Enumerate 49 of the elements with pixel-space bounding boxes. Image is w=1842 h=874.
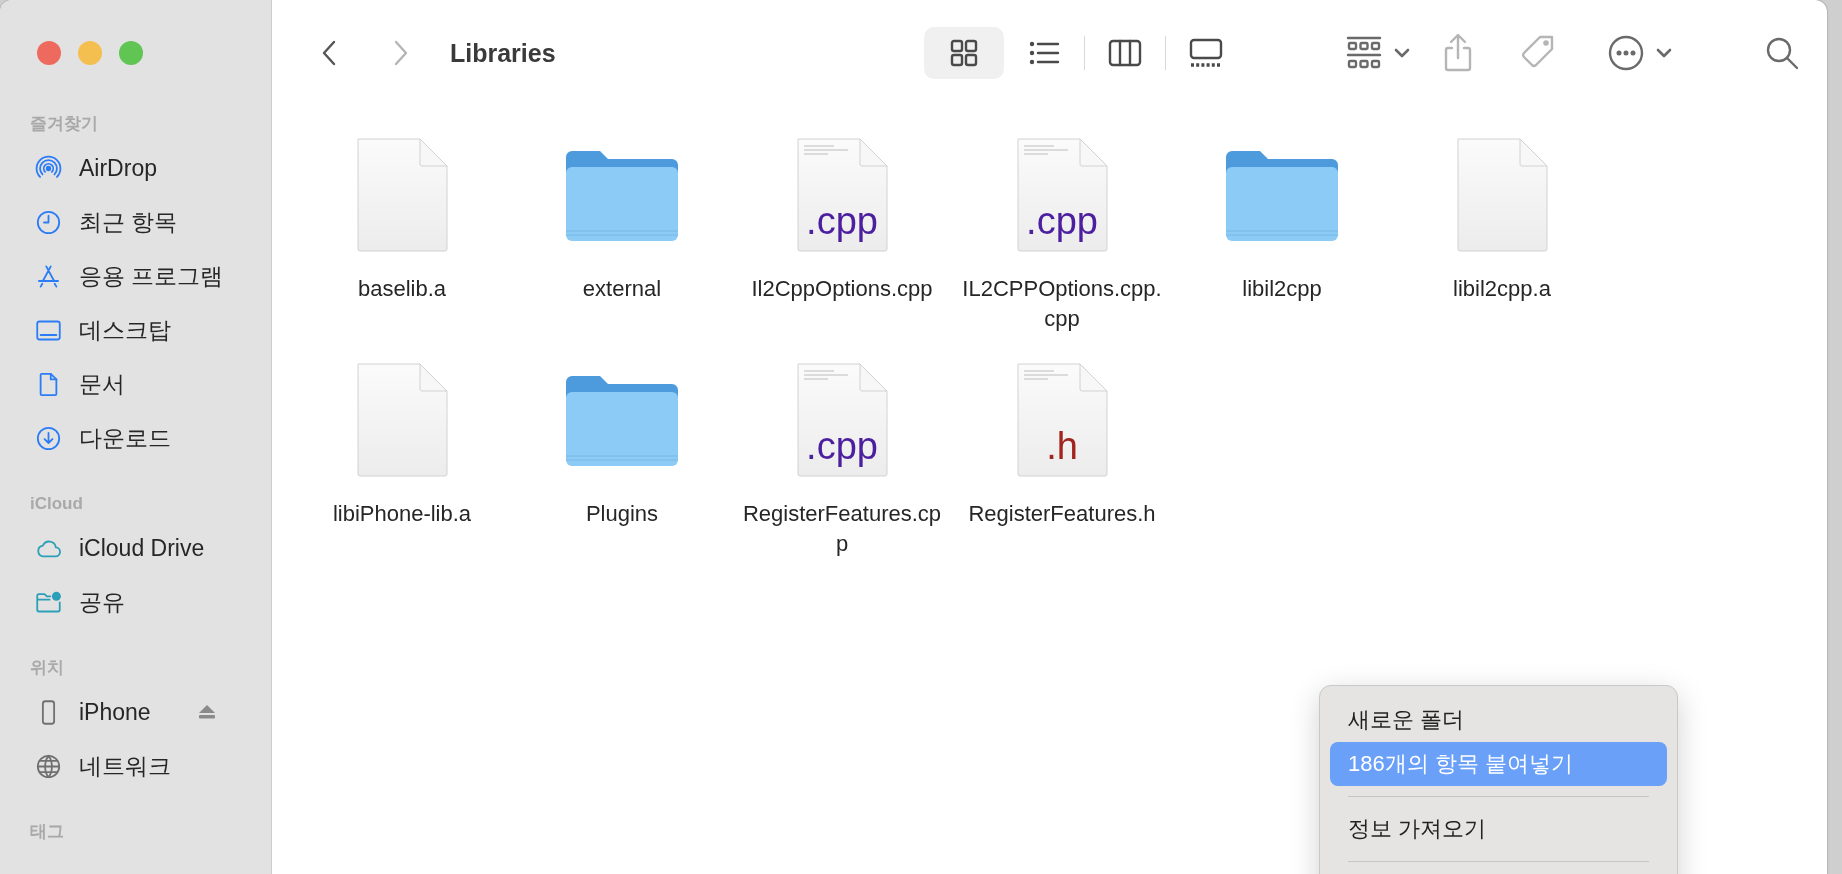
- sidebar-item[interactable]: iPhone: [0, 685, 271, 739]
- sidebar-heading: 위치: [29, 657, 65, 679]
- chevron-down-icon: [1656, 48, 1672, 58]
- menu-item[interactable]: 정보 가져오기: [1330, 807, 1667, 851]
- columns-icon: [1107, 38, 1143, 68]
- globe-icon: [35, 752, 62, 780]
- file-name[interactable]: libil2cpp.a: [1399, 274, 1605, 304]
- document-icon[interactable]: [1014, 136, 1110, 254]
- download-icon: [35, 424, 62, 452]
- file-type-label: .cpp: [805, 202, 879, 240]
- sidebar-item[interactable]: 데스크탑: [0, 303, 271, 357]
- file-name[interactable]: libil2cpp: [1179, 274, 1385, 304]
- sidebar-item[interactable]: 공유: [0, 575, 271, 629]
- sidebar-item[interactable]: 다운로드: [0, 411, 271, 465]
- file-name[interactable]: external: [519, 274, 725, 304]
- clock-icon: [35, 208, 62, 236]
- sidebar-item[interactable]: iCloud Drive: [0, 521, 271, 575]
- back-chevron-icon: [321, 39, 337, 67]
- file-name[interactable]: IL2CPPOptions.cpp.cpp: [959, 274, 1165, 334]
- grid-view-button[interactable]: [924, 27, 1004, 79]
- file-type-label: .cpp: [805, 427, 879, 465]
- file-name[interactable]: Plugins: [519, 499, 725, 529]
- sidebar-item[interactable]: AirDrop: [0, 141, 271, 195]
- document-icon[interactable]: [794, 361, 890, 479]
- sidebar-item[interactable]: 응용 프로그램: [0, 249, 271, 303]
- file-name[interactable]: Il2CppOptions.cpp: [739, 274, 945, 304]
- menu-item[interactable]: 새로운 폴더: [1330, 698, 1667, 742]
- file-name[interactable]: RegisterFeatures.cpp: [739, 499, 945, 559]
- file-name[interactable]: baselib.a: [299, 274, 505, 304]
- more-icon: [1606, 33, 1646, 73]
- file-type-label: .h: [1045, 427, 1079, 465]
- forward-chevron-icon: [393, 39, 409, 67]
- chevron-down-icon: [1394, 48, 1410, 58]
- file-name[interactable]: libiPhone-lib.a: [299, 499, 505, 529]
- sidebar-item[interactable]: 네트워크: [0, 739, 271, 793]
- sidebar-heading: 즐겨찾기: [29, 113, 99, 135]
- eject-icon[interactable]: [196, 704, 217, 720]
- app-store-icon: [35, 262, 62, 290]
- sidebar-heading: 태그: [29, 821, 65, 843]
- close-window-button[interactable]: [37, 41, 61, 65]
- sidebar-item[interactable]: 문서: [0, 357, 271, 411]
- gallery-icon: [1188, 38, 1224, 68]
- file-type-label: .cpp: [1025, 202, 1099, 240]
- zoom-window-button[interactable]: [119, 41, 143, 65]
- document-icon[interactable]: [794, 136, 890, 254]
- window-title: Libraries: [450, 38, 557, 68]
- sidebar-heading: iCloud: [29, 493, 84, 515]
- file-name[interactable]: RegisterFeatures.h: [959, 499, 1165, 529]
- sidebar-item[interactable]: 최근 항목: [0, 195, 271, 249]
